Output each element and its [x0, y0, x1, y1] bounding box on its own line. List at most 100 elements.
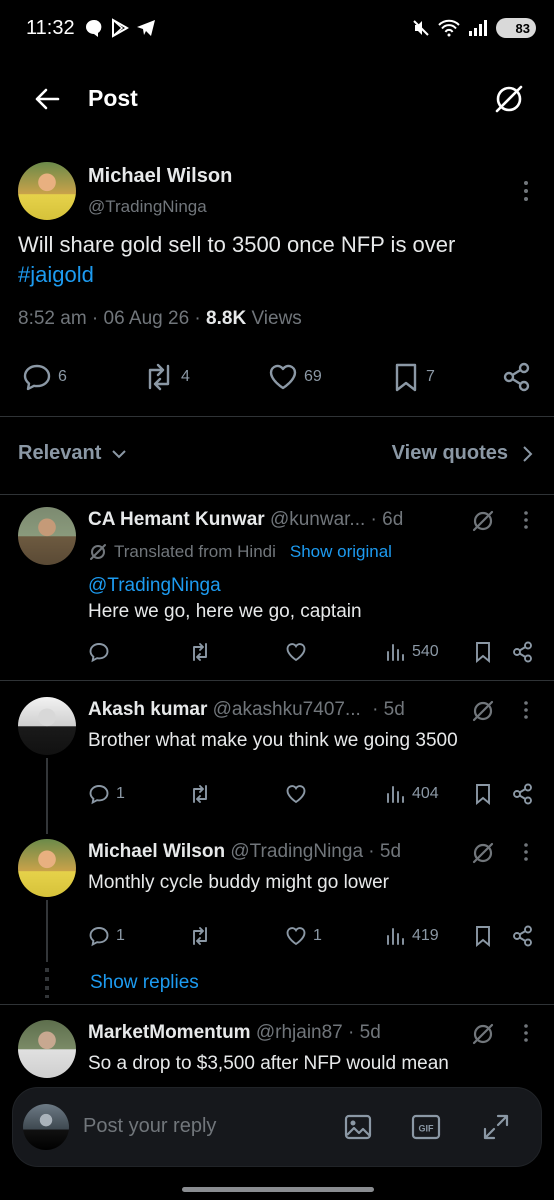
author-name[interactable]: Michael Wilson — [88, 165, 232, 188]
divider — [0, 416, 554, 417]
repost-count: 4 — [181, 368, 190, 385]
battery-indicator: 83 — [496, 18, 536, 38]
hashtag-link[interactable]: #jaigold — [18, 262, 94, 287]
divider — [0, 680, 554, 681]
share-button[interactable] — [502, 362, 532, 392]
reply-header: Michael Wilson @TradingNinga · 5d — [88, 841, 401, 863]
show-original-link[interactable]: Show original — [290, 542, 392, 562]
reply-button[interactable]: 1 — [88, 783, 125, 805]
repost-icon[interactable] — [189, 641, 211, 663]
reply-count: 6 — [58, 368, 67, 385]
views-button[interactable]: 419 — [384, 925, 439, 947]
heart-icon[interactable] — [285, 783, 307, 805]
reply-handle[interactable]: @rhjain87 — [256, 1022, 343, 1043]
reply-handle[interactable]: @akashku7407... — [213, 699, 361, 720]
replies-sort-bar: Relevant View quotes — [0, 432, 554, 476]
reply-age: · 5d — [372, 699, 405, 720]
analytics-icon — [384, 641, 406, 663]
reply-handle[interactable]: @kunwar... — [270, 509, 365, 530]
reply-author[interactable]: CA Hemant Kunwar — [88, 509, 265, 530]
share-icon[interactable] — [512, 925, 534, 947]
views-label: Views — [251, 308, 302, 329]
heart-icon — [268, 362, 298, 392]
bookmark-icon[interactable] — [473, 925, 493, 947]
gif-icon[interactable]: GIF — [411, 1113, 441, 1141]
bookmark-button[interactable]: 7 — [392, 362, 435, 392]
page-title: Post — [88, 85, 138, 111]
view-quotes-link[interactable]: View quotes — [392, 442, 534, 465]
bookmark-count: 7 — [426, 368, 435, 385]
reply-button[interactable]: 6 — [22, 362, 67, 392]
more-options-icon[interactable] — [516, 700, 536, 720]
reply-age: · 5d — [348, 1022, 381, 1043]
repost-icon[interactable] — [189, 925, 211, 947]
image-icon[interactable] — [343, 1112, 373, 1142]
reply-icon[interactable] — [88, 641, 110, 663]
bookmark-icon[interactable] — [473, 783, 493, 805]
chevron-down-icon — [111, 446, 127, 462]
reply-avatar[interactable] — [18, 1020, 76, 1078]
reply-icon — [88, 783, 110, 805]
expand-icon[interactable] — [481, 1112, 511, 1142]
views-button[interactable]: 540 — [384, 641, 439, 663]
more-options-icon[interactable] — [516, 842, 536, 862]
translation-bar: Translated from Hindi Show original — [88, 542, 392, 562]
thread-line — [46, 900, 48, 962]
reply-text: Monthly cycle buddy might go lower — [88, 872, 389, 893]
reply-body: @TradingNinga Here we go, here we go, ca… — [88, 573, 362, 625]
like-button[interactable]: 1 — [285, 925, 322, 947]
views-button[interactable]: 404 — [384, 783, 439, 805]
reply-text: Brother what make you think we going 350… — [88, 730, 458, 751]
show-replies-link[interactable]: Show replies — [90, 972, 199, 994]
more-options-icon[interactable] — [516, 1023, 536, 1043]
author-avatar[interactable] — [18, 162, 76, 220]
reply-header: CA Hemant Kunwar @kunwar... · 6d — [88, 509, 403, 531]
reply-avatar[interactable] — [18, 697, 76, 755]
grok-icon[interactable] — [470, 840, 496, 866]
reply-avatar[interactable] — [18, 507, 76, 565]
grok-icon[interactable] — [492, 82, 526, 116]
reply-author[interactable]: Akash kumar — [88, 699, 207, 720]
reply-icon — [22, 362, 52, 392]
repost-icon[interactable] — [189, 783, 211, 805]
play-store-icon — [110, 18, 130, 38]
more-options-icon[interactable] — [516, 180, 536, 202]
post-meta: 8:52 am · 06 Aug 26 · 8.8K Views — [18, 308, 302, 329]
grok-icon[interactable] — [470, 508, 496, 534]
share-icon[interactable] — [512, 641, 534, 663]
reply-count: 1 — [116, 785, 125, 802]
reply-header: Akash kumar @akashku7407... · 5d — [88, 699, 405, 721]
like-count: 69 — [304, 368, 322, 385]
back-arrow-icon[interactable] — [32, 84, 62, 114]
sort-dropdown[interactable]: Relevant — [18, 442, 127, 465]
heart-icon — [285, 925, 307, 947]
reply-handle[interactable]: @TradingNinga — [230, 841, 363, 862]
post-text: Will share gold sell to 3500 once NFP is… — [18, 232, 456, 257]
author-handle[interactable]: @TradingNinga — [88, 197, 207, 217]
reply-button[interactable]: 1 — [88, 925, 125, 947]
signal-icon — [468, 19, 488, 37]
status-bar: 11:32 83 — [0, 0, 554, 58]
view-quotes-label: View quotes — [391, 442, 508, 464]
reply-input[interactable]: Post your reply — [83, 1115, 216, 1138]
share-icon[interactable] — [512, 783, 534, 805]
mute-icon — [412, 19, 430, 37]
reply-composer[interactable]: Post your reply GIF — [12, 1087, 542, 1167]
mention-link[interactable]: @TradingNinga — [88, 575, 221, 596]
bookmark-icon[interactable] — [473, 641, 493, 663]
grok-icon[interactable] — [470, 698, 496, 724]
thread-dots — [45, 968, 49, 998]
views-count: 404 — [412, 785, 439, 802]
more-options-icon[interactable] — [516, 510, 536, 530]
home-indicator — [182, 1187, 374, 1192]
reply-author[interactable]: MarketMomentum — [88, 1022, 251, 1043]
translated-label: Translated from Hindi — [114, 542, 276, 561]
grok-icon[interactable] — [470, 1021, 496, 1047]
reply-author[interactable]: Michael Wilson — [88, 841, 225, 862]
post-body: Will share gold sell to 3500 once NFP is… — [18, 230, 538, 290]
heart-icon[interactable] — [285, 641, 307, 663]
like-button[interactable]: 69 — [268, 362, 322, 392]
reply-avatar[interactable] — [18, 839, 76, 897]
repost-button[interactable]: 4 — [143, 362, 190, 392]
my-avatar — [23, 1104, 69, 1150]
